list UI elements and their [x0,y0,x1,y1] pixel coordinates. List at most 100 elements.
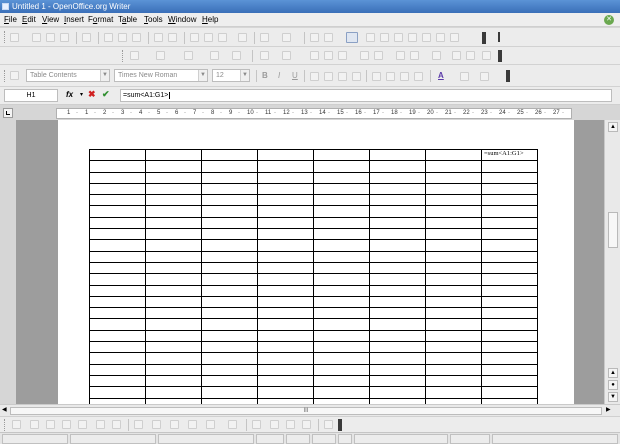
table-cell-B14[interactable] [145,295,202,309]
help-icon[interactable] [450,33,459,42]
table-cell-H9[interactable] [481,239,538,252]
horizontal-scroll-thumb[interactable]: III [10,407,602,415]
table-cell-E4[interactable] [313,182,370,196]
table-cell-A15[interactable] [89,307,146,320]
chevron-down-icon[interactable]: ▼ [100,70,109,81]
table-cell-A16[interactable] [89,318,146,331]
chevron-down-icon[interactable]: ▼ [198,70,207,81]
table-cell-C14[interactable] [201,295,258,309]
table-cell-B3[interactable] [145,171,202,184]
table-cell-D16[interactable] [257,318,314,331]
borders-icon[interactable] [210,51,219,60]
table-cell-F15[interactable] [369,307,426,320]
fontwork-icon[interactable] [270,420,279,429]
accept-formula-icon[interactable]: ✔ [102,89,110,100]
table-cell-G5[interactable] [425,194,482,207]
table-cell-A9[interactable] [89,239,146,252]
block-arrows-icon[interactable] [170,420,179,429]
table-cell-A11[interactable] [89,261,146,275]
toolbar-grip[interactable] [4,419,6,431]
table-cell-H20[interactable] [481,363,538,376]
table-cell-C15[interactable] [201,307,258,320]
align-top-icon[interactable] [310,51,319,60]
table-cell-H3[interactable] [481,171,538,184]
table-cell-H18[interactable] [481,341,538,354]
table-cell-A6[interactable] [89,205,146,218]
table-cell-F12[interactable] [369,273,426,286]
optimize-icon[interactable] [282,51,291,60]
table-cell-H10[interactable] [481,250,538,263]
previous-page-icon[interactable]: ▲ [608,368,618,378]
table-cell-A8[interactable] [89,228,146,241]
table-cell-F7[interactable] [369,216,426,230]
chevron-down-icon[interactable]: ▼ [240,70,249,81]
table-cell-E18[interactable] [313,341,370,354]
table-cell-F4[interactable] [369,182,426,196]
paragraph-style-dropdown[interactable]: Table Contents ▼ [26,69,110,82]
table-cell-B21[interactable] [145,374,202,388]
menu-item[interactable]: File [4,15,17,25]
table-cell-G16[interactable] [425,318,482,331]
table-cell-H11[interactable] [481,261,538,275]
autospell-icon[interactable] [168,33,177,42]
table-cell-H16[interactable] [481,318,538,331]
table-cell-B1[interactable] [145,148,202,162]
table-cell-G1[interactable] [425,148,482,162]
table-cell-C16[interactable] [201,318,258,331]
table-cell-C4[interactable] [201,182,258,196]
table-cell-B19[interactable] [145,352,202,365]
basic-shapes-icon[interactable] [134,420,143,429]
toolbar-grip[interactable] [122,50,124,62]
table-cell-D19[interactable] [257,352,314,365]
table-cell-H22[interactable] [481,386,538,399]
table-cell-D15[interactable] [257,307,314,320]
table-cell-A14[interactable] [89,295,146,309]
table-cell-H7[interactable] [481,216,538,230]
table-cell-B4[interactable] [145,182,202,196]
page-style-status[interactable] [70,434,156,444]
table-cell-D9[interactable] [257,239,314,252]
menu-item[interactable]: Format [88,15,113,25]
sort-icon[interactable] [466,51,475,60]
numbering-icon[interactable] [372,72,381,81]
open-icon[interactable] [32,33,41,42]
table-cell-F6[interactable] [369,205,426,218]
table-cell-A7[interactable] [89,216,146,230]
scroll-right-icon[interactable]: ▶ [606,406,611,413]
table-cell-E22[interactable] [313,386,370,399]
table-cell-F18[interactable] [369,341,426,354]
table-cell-G17[interactable] [425,329,482,343]
spellcheck-icon[interactable] [154,33,163,42]
data-sources-icon[interactable] [408,33,417,42]
table-cell-B20[interactable] [145,363,202,376]
align-center-text-icon[interactable] [324,72,333,81]
navigator-icon[interactable] [380,33,389,42]
table-cell-F16[interactable] [369,318,426,331]
writer-table[interactable]: =sum<A1:G1> [89,148,538,404]
table-cell-H19[interactable] [481,352,538,365]
table-cell-F19[interactable] [369,352,426,365]
toolbar-grip[interactable] [4,31,6,43]
table-cell-D7[interactable] [257,216,314,230]
table-cell-G8[interactable] [425,228,482,241]
align-center-icon[interactable] [324,51,333,60]
signature-status[interactable] [354,434,448,444]
from-file-icon[interactable] [286,420,295,429]
table-cell-B17[interactable] [145,329,202,343]
table-cell-F2[interactable] [369,160,426,173]
symbol-shapes-icon[interactable] [152,420,161,429]
decrease-indent-icon[interactable] [400,72,409,81]
stars-icon[interactable] [228,420,237,429]
table-cell-B5[interactable] [145,194,202,207]
menu-item[interactable]: Window [168,15,196,25]
table-cell-G4[interactable] [425,182,482,196]
table-cell-C17[interactable] [201,329,258,343]
table-cell-D14[interactable] [257,295,314,309]
table-cell-E11[interactable] [313,261,370,275]
table-cell-C22[interactable] [201,386,258,399]
table-cell-D17[interactable] [257,329,314,343]
table-cell-A4[interactable] [89,182,146,196]
table-cell-E10[interactable] [313,250,370,263]
table-cell-E21[interactable] [313,374,370,388]
table-cell-G7[interactable] [425,216,482,230]
